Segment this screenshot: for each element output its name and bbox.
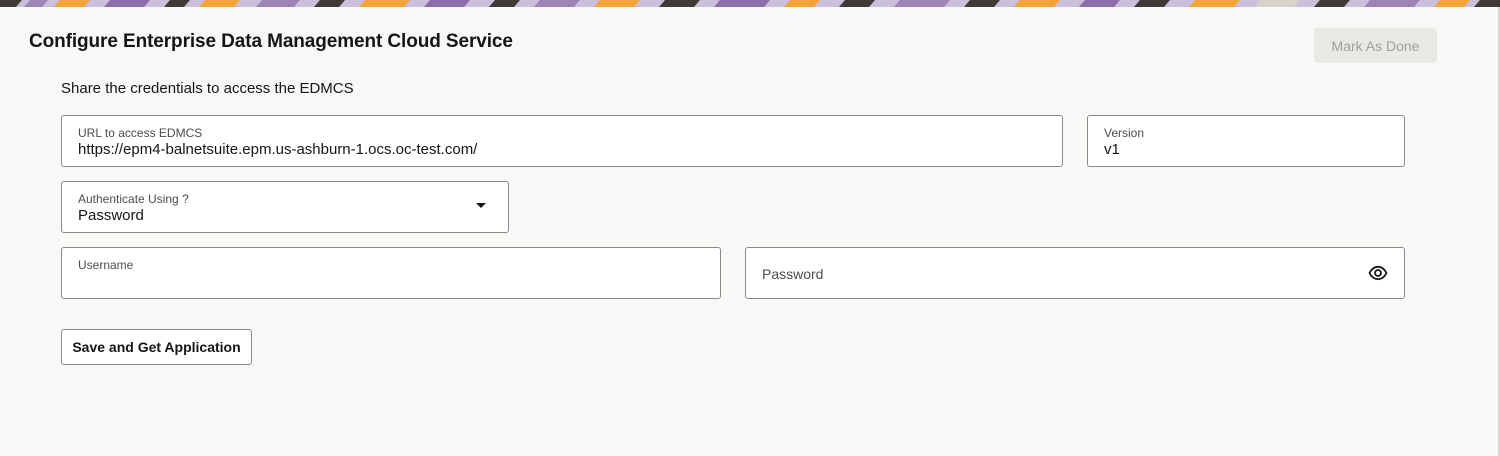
eye-icon[interactable]	[1368, 264, 1388, 282]
url-field[interactable]: URL to access EDMCS https://epm4-balnets…	[61, 115, 1063, 167]
username-field[interactable]: Username	[61, 247, 721, 299]
page-title: Configure Enterprise Data Management Clo…	[29, 31, 513, 52]
authenticate-using-select[interactable]: Authenticate Using ? Password	[61, 181, 509, 233]
password-field-label: Password	[762, 266, 824, 282]
url-field-value[interactable]: https://epm4-balnetsuite.epm.us-ashburn-…	[78, 141, 477, 158]
decorative-banner	[0, 0, 1500, 7]
version-field[interactable]: Version v1	[1087, 115, 1405, 167]
instruction-text: Share the credentials to access the EDMC…	[61, 80, 354, 97]
username-field-label: Username	[78, 258, 134, 272]
password-field[interactable]: Password	[745, 247, 1405, 299]
chevron-down-icon[interactable]	[476, 203, 486, 208]
authenticate-using-value: Password	[78, 207, 144, 224]
save-and-get-application-button[interactable]: Save and Get Application	[61, 329, 252, 365]
authenticate-using-label: Authenticate Using ?	[78, 192, 189, 206]
url-field-label: URL to access EDMCS	[78, 126, 203, 140]
version-field-value[interactable]: v1	[1104, 141, 1120, 158]
version-field-label: Version	[1104, 126, 1145, 140]
mark-as-done-button[interactable]: Mark As Done	[1314, 28, 1437, 63]
